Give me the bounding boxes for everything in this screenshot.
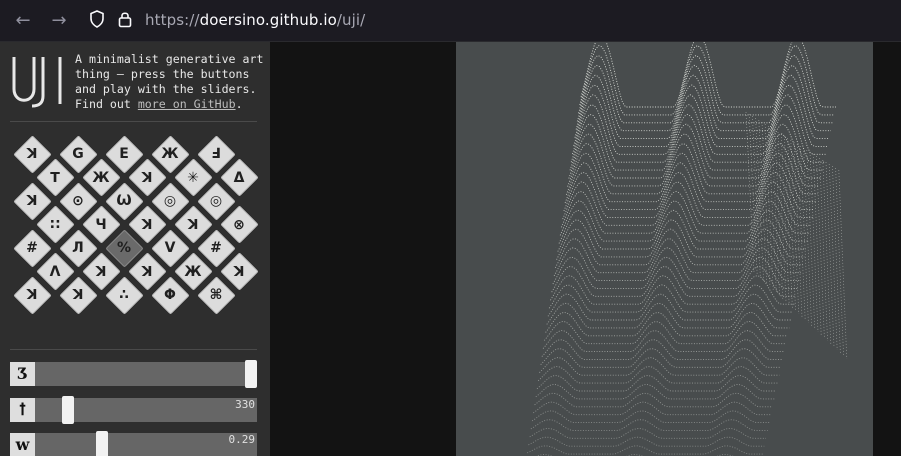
slider-thumb[interactable]	[245, 360, 257, 388]
wave-strand	[832, 165, 841, 354]
controls-sidebar: A minimalist generative art thing – pres…	[0, 42, 270, 456]
slider-icon-shape: ꝉ	[10, 398, 35, 422]
slider-row: ꝉ 330	[10, 396, 257, 424]
wave-stroke	[551, 265, 796, 297]
wave-stroke	[533, 401, 771, 416]
slider-track[interactable]: 330	[35, 396, 257, 424]
wave-stroke	[554, 238, 801, 274]
back-arrow-icon[interactable]: ←	[12, 10, 34, 32]
wave-stroke	[569, 123, 821, 179]
wave-strand	[774, 129, 784, 300]
slider-track[interactable]: 0.29	[35, 431, 257, 456]
preset-button[interactable]	[12, 275, 52, 315]
browser-toolbar: ← → https://doersino.github.io/uji/	[0, 0, 901, 42]
wave-stroke	[534, 392, 773, 408]
slider-thumb[interactable]	[62, 396, 74, 424]
art-canvas[interactable]	[456, 42, 873, 456]
uji-logo	[10, 54, 66, 112]
wave-stroke	[565, 152, 816, 203]
wave-stroke	[536, 375, 776, 392]
wave-stroke	[580, 42, 836, 108]
forward-arrow-icon[interactable]: →	[48, 10, 70, 32]
intro-text: A minimalist generative art thing – pres…	[75, 52, 264, 111]
wave-stroke	[548, 284, 793, 313]
github-link[interactable]: more on GitHub	[138, 97, 236, 111]
slider-row: Ʒ	[10, 360, 257, 388]
wave-stroke	[557, 219, 805, 258]
wave-strand	[828, 163, 838, 351]
wave-stroke	[547, 293, 791, 321]
slider-value: 0.29	[228, 433, 256, 446]
wave-stroke	[567, 142, 818, 195]
wave-stroke	[575, 74, 830, 140]
url-scheme: https://	[145, 11, 200, 29]
wave-stroke	[558, 209, 806, 250]
wave-strand	[755, 117, 764, 282]
wave-stroke	[545, 311, 788, 337]
wave-stroke	[531, 410, 770, 424]
wave-stroke	[542, 330, 785, 353]
wave-stroke	[529, 427, 766, 439]
wave-stroke	[539, 357, 780, 376]
preset-button[interactable]	[196, 275, 236, 315]
slider-icon-shape: Ʒ	[10, 362, 35, 386]
preset-button[interactable]	[104, 275, 144, 315]
lock-icon[interactable]	[114, 10, 136, 32]
wave-stroke	[546, 302, 790, 329]
generative-artwork	[527, 42, 848, 456]
wave-stroke	[553, 247, 800, 282]
slider-track[interactable]	[35, 360, 257, 388]
wave-stroke	[550, 275, 795, 305]
divider	[10, 349, 257, 350]
wave-stroke	[552, 256, 798, 289]
wave-strand	[809, 151, 819, 333]
wave-stroke	[578, 54, 833, 124]
wave-stroke	[571, 104, 825, 163]
wave-stroke	[540, 348, 781, 368]
url-path: /uji/	[336, 11, 366, 29]
wave-stroke	[541, 339, 783, 360]
slider-thumb[interactable]	[96, 431, 108, 456]
slider-value: 330	[235, 398, 255, 411]
slider-row: w 0.29	[10, 431, 257, 456]
address-bar[interactable]: https://doersino.github.io/uji/	[145, 11, 365, 29]
wave-stroke	[527, 445, 763, 455]
url-host: doersino.github.io	[199, 11, 337, 29]
wave-stroke	[535, 383, 775, 400]
preset-button[interactable]	[58, 275, 98, 315]
wave-stroke	[528, 436, 765, 447]
wave-stroke	[537, 366, 778, 384]
slider-icon-shape: w	[10, 433, 35, 456]
divider	[10, 121, 257, 122]
preset-button[interactable]	[150, 275, 190, 315]
wave-strand	[752, 115, 761, 279]
shield-icon[interactable]	[86, 10, 108, 32]
wave-stroke	[568, 133, 820, 187]
